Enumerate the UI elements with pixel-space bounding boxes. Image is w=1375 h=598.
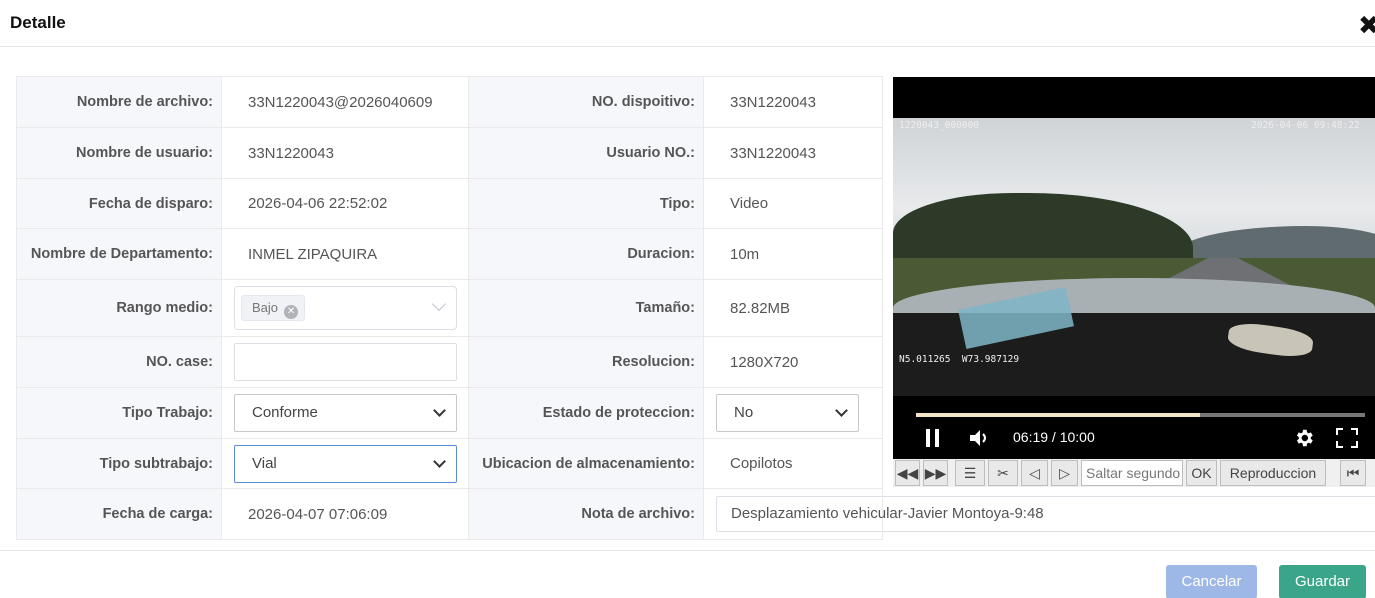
type-label: Tipo: [468,178,704,229]
fullscreen-icon[interactable] [1336,428,1358,448]
detail-form: Nombre de archivo: 33N1220043@2026040609… [16,76,1375,540]
work-type-select[interactable]: Conforme [234,394,457,432]
case-no-input[interactable] [234,343,457,381]
department-value: INMEL ZIPAQUIRA [221,228,469,280]
chevron-down-icon [433,454,446,468]
department-label: Nombre de Departamento: [16,228,222,280]
osd-gps: N5.011265 W73.987129 [899,354,1020,365]
scissors-icon[interactable]: ✂ [988,460,1018,486]
duration-label: Duracion: [468,228,704,280]
fast-forward-icon[interactable]: ▶▶ [923,460,948,486]
osd-timestamp: 2026-04-06 09:48:22 [1251,120,1360,131]
work-type-value: Conforme [252,404,318,421]
size-label: Tamaño: [468,279,704,337]
type-value: Video [703,178,883,229]
upload-date-label: Fecha de carga: [16,488,222,540]
subwork-type-label: Tipo subtrabajo: [16,438,222,489]
mid-range-label: Rango medio: [16,279,222,337]
storage-location-value: Copilotos [703,438,883,489]
frame-forward-icon[interactable]: ▷ [1051,460,1078,486]
mid-range-tag-label: Bajo [252,300,279,315]
gear-icon[interactable] [1293,427,1315,449]
trigger-date-value: 2026-04-06 22:52:02 [221,178,469,229]
file-note-input[interactable]: Desplazamiento vehicular-Javier Montoya-… [716,496,1375,532]
protection-state-select[interactable]: No [716,394,859,432]
cancel-button[interactable]: Cancelar [1166,565,1257,598]
close-icon[interactable]: ✖ [1358,12,1375,38]
user-name-value: 33N1220043 [221,127,469,179]
dialog-title: Detalle [10,13,66,32]
progress-bar[interactable] [916,413,1365,417]
file-note-label: Nota de archivo: [468,488,704,540]
file-name-value: 33N1220043@2026040609 [221,76,469,128]
duration-value: 10m [703,228,883,280]
mid-range-select[interactable]: Bajo ✕ [234,286,457,330]
storage-location-label: Ubicacion de almacenamiento: [468,438,704,489]
ok-button[interactable]: OK [1186,460,1217,486]
case-no-label: NO. case: [16,336,222,388]
osd-camera-id: 1220043_000000 [899,120,980,131]
trigger-date-label: Fecha de disparo: [16,178,222,229]
resolution-label: Resolucion: [468,336,704,388]
rewind-icon[interactable]: ◀◀ [895,460,920,486]
subwork-type-select[interactable]: Vial [234,444,457,483]
video-frame[interactable]: 1220043_000000 2026-04-06 09:48:22 N5.01… [893,118,1375,396]
file-name-label: Nombre de archivo: [16,76,222,128]
chevron-down-icon [835,404,848,417]
volume-icon[interactable] [969,429,991,447]
seek-seconds-input[interactable]: Saltar segundo [1081,460,1183,486]
chevron-down-icon [431,296,447,312]
device-no-label: NO. dispoitivo: [468,76,704,128]
size-value: 82.82MB [703,279,883,337]
upload-date-value: 2026-04-07 07:06:09 [221,488,469,540]
skip-start-icon[interactable]: ⏮ [1340,460,1366,486]
video-player[interactable]: 1220043_000000 2026-04-06 09:48:22 N5.01… [893,77,1375,459]
save-button[interactable]: Guardar [1279,565,1366,598]
work-type-label: Tipo Trabajo: [16,387,222,439]
tag-remove-icon[interactable]: ✕ [284,305,299,319]
user-name-label: Nombre de usuario: [16,127,222,179]
frame-back-icon[interactable]: ◁ [1021,460,1048,486]
protection-state-value: No [734,404,754,421]
playback-button[interactable]: Reproduccion [1220,460,1326,486]
pause-icon[interactable] [924,428,942,448]
list-icon[interactable]: ☰ [955,460,985,486]
player-toolbar: ◀◀ ▶▶ ☰ ✂ ◁ ▷ Saltar segundo OK Reproduc… [893,459,1375,487]
mid-range-tag: Bajo ✕ [241,295,306,321]
user-no-value: 33N1220043 [703,127,883,179]
progress-fill [916,413,1200,417]
detail-dialog: Detalle ✖ Nombre de archivo: 33N1220043@… [0,0,1375,598]
chevron-down-icon [433,404,446,417]
playback-time: 06:19 / 10:00 [1013,429,1095,445]
user-no-label: Usuario NO.: [468,127,704,179]
protection-state-label: Estado de proteccion: [468,387,704,439]
subwork-type-value: Vial [252,454,277,472]
resolution-value: 1280X720 [703,336,883,388]
dialog-header: Detalle ✖ [0,0,1375,47]
device-no-value: 33N1220043 [703,76,883,128]
